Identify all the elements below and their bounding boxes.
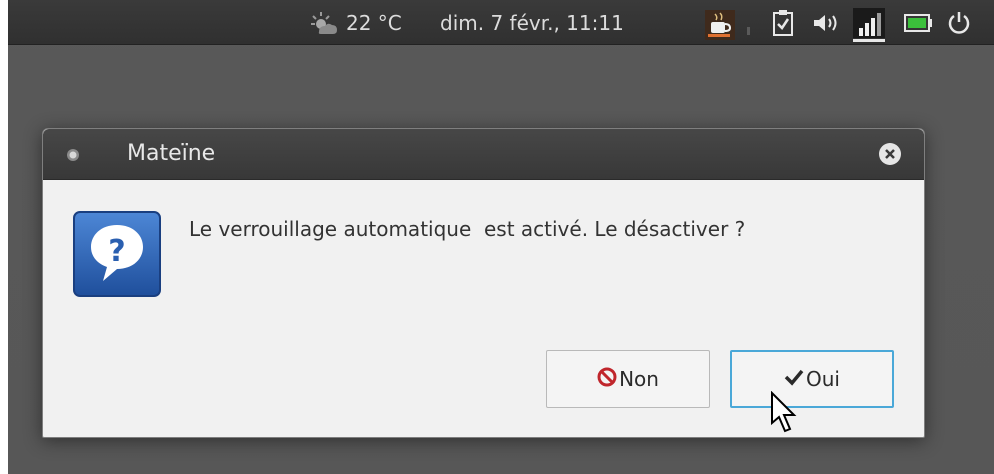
signal-bars-icon[interactable]	[853, 8, 885, 46]
yes-button-label: Oui	[806, 367, 840, 391]
coffee-cup-icon[interactable]	[705, 10, 735, 44]
no-button-label: Non	[619, 367, 659, 391]
clipboard-check-icon[interactable]	[771, 8, 795, 42]
no-entry-icon	[597, 367, 617, 392]
window-menu-icon[interactable]	[65, 147, 81, 167]
weather-sun-cloud-icon[interactable]	[309, 10, 339, 40]
clock[interactable]: dim. 7 févr., 11:11	[440, 10, 624, 36]
no-button[interactable]: Non	[546, 350, 710, 408]
weather-temperature[interactable]: 22 °C	[346, 10, 402, 36]
close-icon[interactable]	[878, 142, 902, 166]
checkmark-icon	[784, 367, 804, 391]
svg-text:?: ?	[108, 234, 125, 269]
dialog-message: Le verrouillage automatique est activé. …	[189, 217, 746, 241]
top-panel: 22 °C dim. 7 févr., 11:11	[8, 0, 994, 45]
yes-button[interactable]: Oui	[730, 350, 894, 408]
desktop: 22 °C dim. 7 févr., 11:11 Mateïne ? Le v…	[8, 0, 994, 474]
question-icon: ?	[73, 211, 161, 301]
dialog-title: Mateïne	[127, 141, 216, 166]
dialog-titlebar[interactable]: Mateïne	[43, 129, 924, 180]
separator-dot-icon	[746, 20, 752, 39]
battery-icon[interactable]	[904, 13, 934, 37]
volume-icon[interactable]	[812, 12, 842, 38]
mouse-pointer-icon	[770, 390, 798, 441]
power-icon[interactable]	[946, 10, 972, 40]
